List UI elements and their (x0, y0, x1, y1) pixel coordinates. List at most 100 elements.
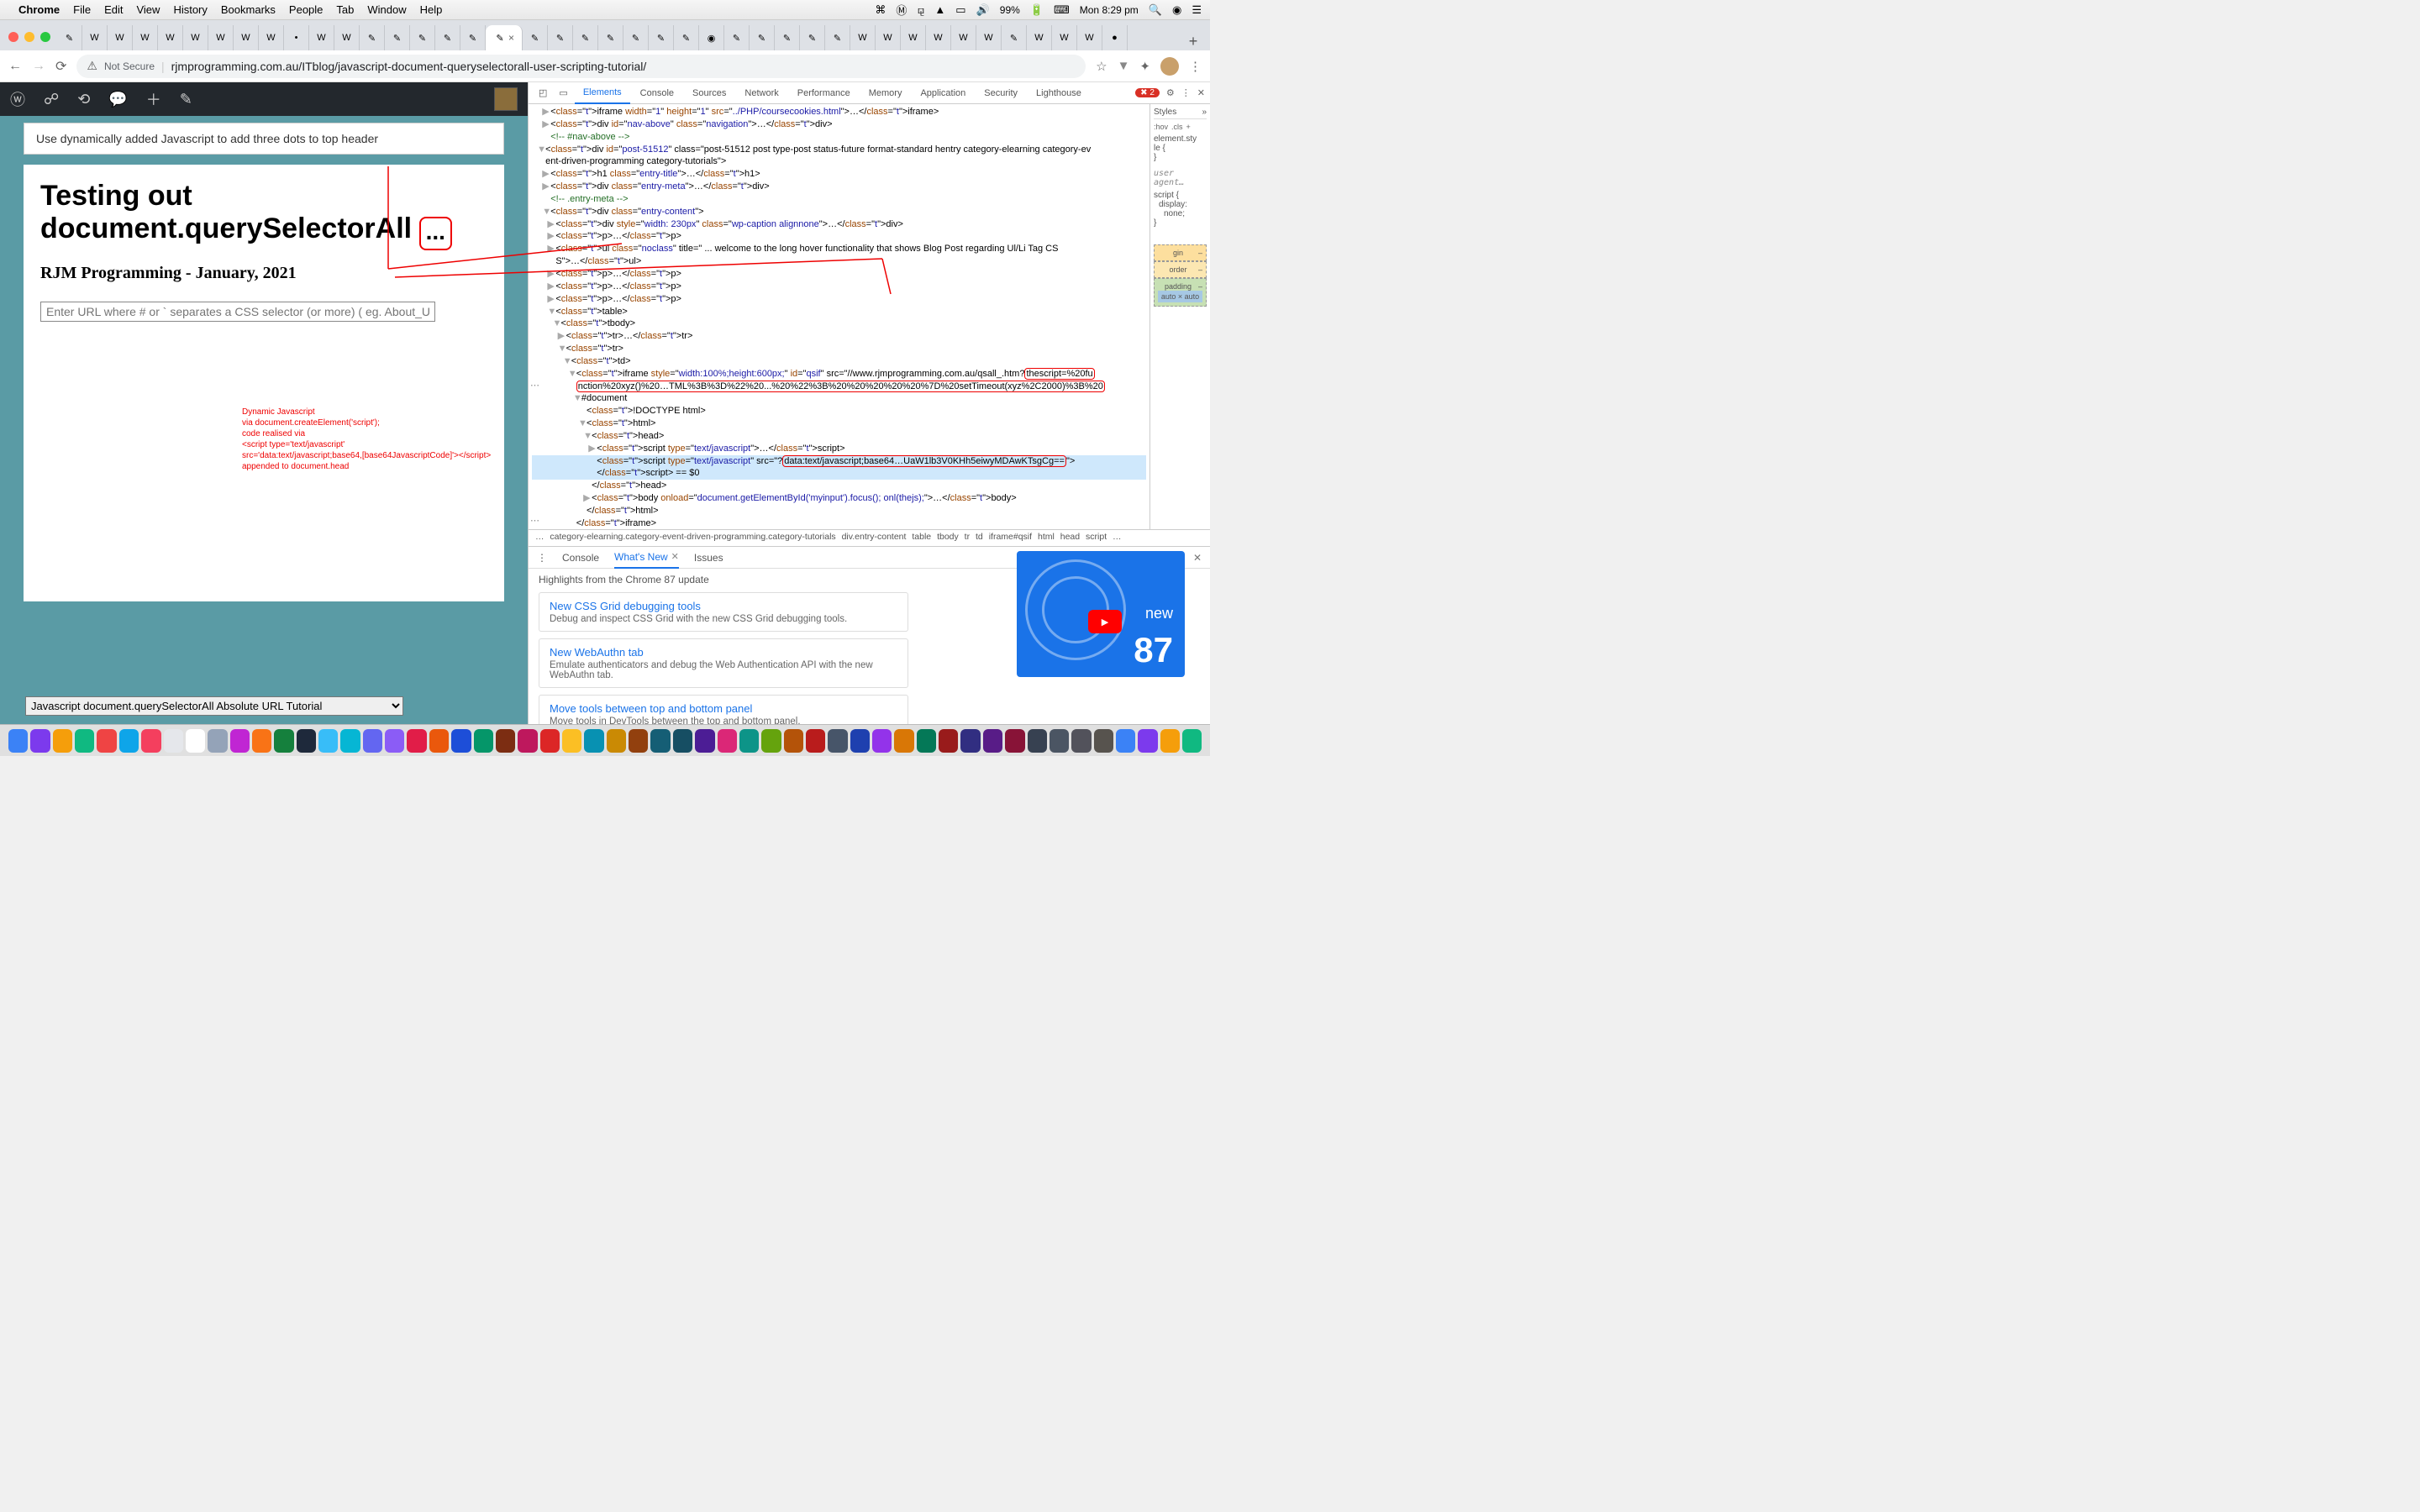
drawer-tab-console[interactable]: Console (562, 552, 599, 564)
browser-tab[interactable]: ✎ (548, 25, 573, 50)
extensions-puzzle-icon[interactable]: ✦ (1139, 59, 1150, 74)
dock-app-icon[interactable] (1005, 729, 1024, 753)
dock-app-icon[interactable] (274, 729, 293, 753)
browser-tab[interactable]: ✎ (523, 25, 548, 50)
menu-window[interactable]: Window (367, 3, 406, 16)
user-avatar[interactable] (494, 87, 518, 111)
dock-app-icon[interactable] (1071, 729, 1091, 753)
dom-node[interactable]: ▼<class="t">tr> (532, 343, 1146, 355)
drawer-tab-whatsnew[interactable]: What's New ✕ (614, 547, 679, 569)
inspect-icon[interactable]: ◰ (534, 87, 552, 98)
menu-tab[interactable]: Tab (336, 3, 354, 16)
close-tab-icon[interactable]: × (508, 32, 514, 44)
dom-node[interactable]: ▼<class="t">div class="entry-content"> (532, 206, 1146, 218)
tab-network[interactable]: Network (736, 82, 786, 104)
browser-tab[interactable]: W (876, 25, 901, 50)
dock-app-icon[interactable] (761, 729, 781, 753)
new-tab-button[interactable]: + (1181, 33, 1205, 50)
device-icon[interactable]: ▭ (554, 87, 572, 98)
dock-app-icon[interactable] (407, 729, 426, 753)
dom-node[interactable]: </class="t">html> (532, 505, 1146, 517)
browser-tab[interactable]: W (82, 25, 108, 50)
dock-app-icon[interactable] (673, 729, 692, 753)
forward-button[interactable]: → (32, 59, 45, 74)
dock-app-icon[interactable] (53, 729, 72, 753)
tab-sources[interactable]: Sources (684, 82, 734, 104)
browser-tab[interactable]: W (309, 25, 334, 50)
dock-app-icon[interactable] (739, 729, 759, 753)
browser-tab[interactable]: ✎ (724, 25, 750, 50)
dock-app-icon[interactable] (340, 729, 360, 753)
browser-tab[interactable]: ✎× (486, 25, 523, 50)
browser-tab[interactable]: ✎ (573, 25, 598, 50)
dashboard-icon[interactable]: ☍ (44, 91, 59, 108)
drawer-close-icon[interactable]: ✕ (1193, 552, 1202, 564)
dom-node[interactable]: ▶<class="t">div style="width: 230px" cla… (532, 218, 1146, 231)
whats-new-video[interactable]: ▶ new 87 (1017, 551, 1185, 677)
dom-node[interactable]: nction%20xyz()%20…TML%3B%3D%22%20...%20%… (532, 381, 1146, 393)
browser-tab[interactable]: ✎ (598, 25, 623, 50)
dock-app-icon[interactable] (75, 729, 94, 753)
spotlight-icon[interactable]: 🔍 (1149, 3, 1162, 17)
dock-app-icon[interactable] (186, 729, 205, 753)
browser-tab[interactable]: W (1027, 25, 1052, 50)
tab-memory[interactable]: Memory (860, 82, 911, 104)
menu-icon[interactable]: ☰ (1192, 3, 1202, 17)
dock-app-icon[interactable] (828, 729, 847, 753)
menu-bookmarks[interactable]: Bookmarks (221, 3, 276, 16)
wordpress-icon[interactable]: ⓦ (10, 88, 25, 110)
browser-tab[interactable]: W (951, 25, 976, 50)
dock-app-icon[interactable] (97, 729, 116, 753)
back-button[interactable]: ← (8, 59, 22, 74)
bluetooth-icon[interactable]: ⚼ (917, 3, 924, 17)
display-icon[interactable]: ▭ (955, 3, 965, 17)
dom-node[interactable]: </class="t">iframe> (532, 517, 1146, 529)
clock[interactable]: Mon 8:29 pm (1080, 4, 1139, 16)
dock-app-icon[interactable] (318, 729, 338, 753)
browser-tab[interactable]: ◉ (699, 25, 724, 50)
browser-tab[interactable]: W (108, 25, 133, 50)
siri-icon[interactable]: ◉ (1172, 3, 1181, 17)
browser-tab[interactable]: W (234, 25, 259, 50)
dock-app-icon[interactable] (252, 729, 271, 753)
new-icon[interactable]: ＋ (146, 88, 161, 110)
dom-node[interactable]: <!-- .entry-meta --> (532, 193, 1146, 206)
browser-tab[interactable]: ✎ (649, 25, 674, 50)
browser-tab[interactable]: ✎ (410, 25, 435, 50)
dock-app-icon[interactable] (540, 729, 560, 753)
dock-app-icon[interactable] (30, 729, 50, 753)
dom-node[interactable]: ▶<class="t">iframe width="1" height="1" … (532, 106, 1146, 118)
whats-new-card[interactable]: New WebAuthn tabEmulate authenticators a… (539, 638, 908, 688)
dock-app-icon[interactable] (718, 729, 737, 753)
browser-tab[interactable]: W (850, 25, 876, 50)
dock-app-icon[interactable] (872, 729, 892, 753)
reload-button[interactable]: ⟳ (55, 58, 66, 75)
dom-tree[interactable]: ▶<class="t">iframe width="1" height="1" … (529, 104, 1150, 529)
dock-app-icon[interactable] (983, 729, 1002, 753)
browser-tab[interactable]: ✎ (460, 25, 486, 50)
browser-tab[interactable]: W (133, 25, 158, 50)
dock-app-icon[interactable] (385, 729, 404, 753)
dock-app-icon[interactable] (208, 729, 227, 753)
dom-node[interactable]: <class="t">script type="text/javascript"… (532, 455, 1146, 468)
dom-node[interactable]: S">…</class="t">ul> (532, 255, 1146, 268)
profile-avatar[interactable] (1160, 57, 1179, 76)
dock-app-icon[interactable] (1182, 729, 1202, 753)
browser-tab[interactable]: ✎ (775, 25, 800, 50)
browser-tab[interactable]: ✎ (1002, 25, 1027, 50)
status-icon[interactable]: ⌘ (875, 3, 886, 17)
dom-breadcrumbs[interactable]: … category-elearning.category-event-driv… (529, 529, 1210, 546)
dock-app-icon[interactable] (806, 729, 825, 753)
menu-people[interactable]: People (289, 3, 323, 16)
dock-app-icon[interactable] (429, 729, 449, 753)
browser-tab[interactable]: ✎ (800, 25, 825, 50)
dom-node[interactable]: ▶<class="t">p>…</class="t">p> (532, 268, 1146, 281)
extension-icon[interactable]: ▼ (1118, 59, 1130, 73)
dom-node[interactable]: ent-driven-programming category-tutorial… (532, 155, 1146, 168)
menu-file[interactable]: File (73, 3, 91, 16)
maximize-window-button[interactable] (40, 32, 50, 42)
dock-app-icon[interactable] (1116, 729, 1135, 753)
dom-node[interactable]: ▼<class="t">tbody> (532, 318, 1146, 330)
browser-tab[interactable]: ✎ (57, 25, 82, 50)
dom-node[interactable]: ▼<class="t">html> (532, 417, 1146, 430)
